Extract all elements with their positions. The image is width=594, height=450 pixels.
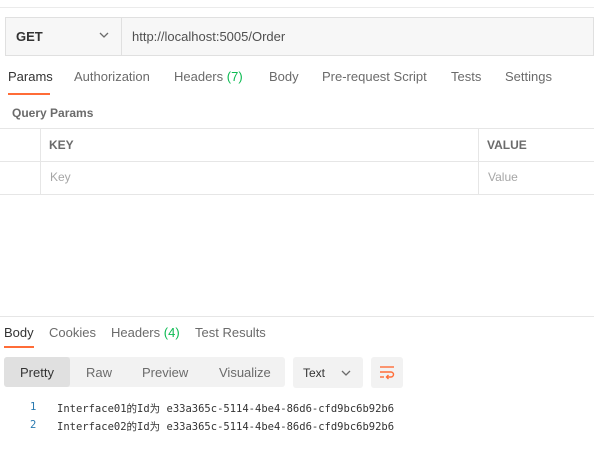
tab-response-headers-label: Headers: [111, 325, 161, 340]
tab-authorization[interactable]: Authorization: [74, 69, 150, 84]
view-preview-button[interactable]: Preview: [142, 357, 188, 387]
line-number: 1: [30, 401, 37, 413]
tab-body[interactable]: Body: [269, 69, 299, 84]
tab-response-headers-count: (4): [163, 325, 180, 340]
chevron-down-icon: [341, 370, 351, 376]
format-label: Text: [303, 365, 326, 380]
query-params-title: Query Params: [12, 106, 94, 120]
param-value-input[interactable]: Value: [488, 170, 518, 184]
url-text: http://localhost:5005/Order: [132, 29, 286, 44]
tab-tests[interactable]: Tests: [451, 69, 481, 84]
tab-response-body[interactable]: Body: [4, 325, 34, 340]
tab-settings[interactable]: Settings: [505, 69, 552, 84]
tab-headers-count: (7): [226, 69, 243, 84]
tab-params[interactable]: Params: [8, 69, 53, 84]
table-border-top: [0, 128, 594, 129]
chevron-down-icon: [99, 32, 109, 38]
wrap-lines-icon: [380, 366, 395, 380]
line-text: Interface02的Id为 e33a365c-5114-4be4-86d6-…: [57, 421, 395, 433]
table-col-divider: [40, 128, 41, 194]
wrap-lines-button[interactable]: [371, 357, 403, 388]
request-bar: GET http://localhost:5005/Order: [5, 17, 594, 56]
table-col-divider: [478, 128, 479, 194]
response-divider: [0, 316, 594, 317]
format-select[interactable]: Text: [293, 357, 363, 388]
view-mode-group: Pretty Raw Preview Visualize: [4, 357, 285, 387]
query-params-table: KEY VALUE Key Value: [0, 128, 594, 195]
line-text: Interface01的Id为 e33a365c-5114-4be4-86d6-…: [57, 403, 395, 415]
tab-response-headers[interactable]: Headers (4): [111, 325, 180, 340]
param-key-input[interactable]: Key: [50, 170, 71, 184]
column-header-value: VALUE: [487, 138, 527, 152]
method-select[interactable]: GET: [6, 18, 121, 55]
method-label: GET: [16, 29, 43, 44]
line-number: 2: [30, 419, 37, 431]
view-visualize-button[interactable]: Visualize: [219, 357, 271, 387]
tab-pre-request-script[interactable]: Pre-request Script: [322, 69, 427, 84]
url-input[interactable]: http://localhost:5005/Order: [132, 18, 285, 55]
url-divider: [121, 18, 122, 55]
view-raw-button[interactable]: Raw: [86, 357, 112, 387]
top-divider: [0, 7, 594, 8]
tab-cookies[interactable]: Cookies: [49, 325, 96, 340]
active-response-tab-indicator: [4, 346, 34, 348]
tab-test-results[interactable]: Test Results: [195, 325, 266, 340]
table-border-bottom: [0, 194, 594, 195]
column-header-key: KEY: [49, 138, 74, 152]
tab-headers[interactable]: Headers (7): [174, 69, 243, 84]
active-tab-indicator: [8, 93, 50, 95]
table-border-mid: [0, 161, 594, 162]
tab-headers-label: Headers: [174, 69, 224, 84]
view-pretty-button[interactable]: Pretty: [4, 357, 70, 387]
